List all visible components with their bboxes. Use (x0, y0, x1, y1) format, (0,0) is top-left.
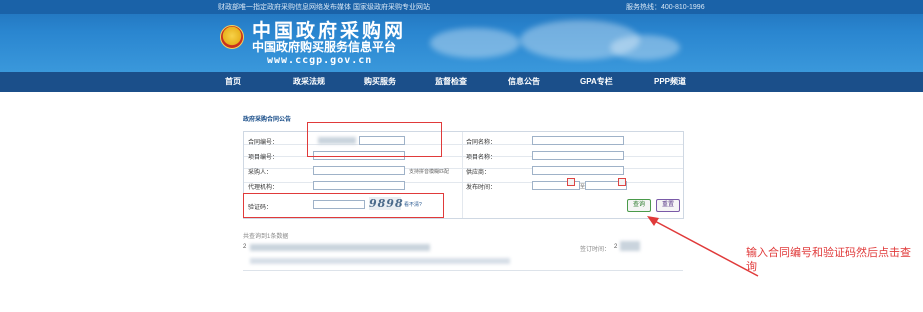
calendar-icon[interactable] (618, 178, 626, 186)
form-column-divider (462, 132, 463, 218)
national-emblem-icon (220, 25, 244, 49)
service-hotline: 服务热线：400-810-1996 (626, 4, 705, 11)
highlight-captcha (243, 193, 444, 218)
result-first-char: 2 (243, 244, 247, 250)
nav-item-supervision[interactable]: 监督检查 (435, 72, 467, 92)
nav-item-announcements[interactable]: 信息公告 (508, 72, 540, 92)
supplier-label: 供应商： (466, 170, 491, 176)
sign-time-label: 签订时间： (580, 247, 611, 253)
site-url: www.ccgp.gov.cn (267, 55, 373, 66)
project-name-input[interactable] (532, 151, 624, 160)
annotation-note: 输入合同编号和验证码然后点击查询 (746, 247, 911, 273)
nav-item-gpa[interactable]: GPA专栏 (580, 72, 613, 92)
nav-item-ppp[interactable]: PPP频道 (654, 72, 686, 92)
agency-label: 代理机构： (248, 185, 279, 191)
main-nav: 首页 政采法规 购买服务 监督检查 信息公告 GPA专栏 PPP频道 (0, 72, 923, 92)
cloud-decoration (430, 28, 520, 58)
top-bar-left-text: 财政部唯一指定政府采购信息网络发布媒体 国家级政府采购专业网站 (218, 4, 430, 11)
purchaser-input[interactable] (313, 166, 405, 175)
form-title: 政府采购合同公告 (243, 117, 292, 123)
cloud-decoration (610, 35, 680, 60)
nav-item-regulations[interactable]: 政采法规 (293, 72, 325, 92)
highlight-contract-no (307, 122, 442, 157)
purchaser-label: 采购人： (248, 170, 273, 176)
site-title[interactable]: 中国政府采购网 (252, 22, 406, 41)
agency-input[interactable] (313, 181, 405, 190)
contract-no-label: 合同编号： (248, 140, 279, 146)
nav-item-home[interactable]: 首页 (225, 72, 241, 92)
calendar-icon[interactable] (567, 178, 575, 186)
nav-item-services[interactable]: 购买服务 (364, 72, 396, 92)
project-name-label: 项目名称： (466, 155, 497, 161)
contract-name-input[interactable] (532, 136, 624, 145)
result-title-blurred[interactable] (250, 244, 430, 251)
result-divider (243, 270, 683, 271)
supplier-input[interactable] (532, 166, 624, 175)
fuzzy-match-hint: 支持拼音模糊匹配 (409, 169, 450, 175)
reset-button[interactable]: 重置 (656, 199, 680, 212)
result-meta-blurred (250, 258, 510, 264)
top-bar: 财政部唯一指定政府采购信息网络发布媒体 国家级政府采购专业网站 服务热线：400… (0, 0, 923, 14)
contract-name-label: 合同名称： (466, 140, 497, 146)
publish-time-label: 发布时间： (466, 185, 497, 191)
query-button[interactable]: 查询 (627, 199, 651, 212)
project-no-label: 项目编号： (248, 155, 279, 161)
header-banner: 财政部唯一指定政府采购信息网络发布媒体 国家级政府采购专业网站 服务热线：400… (0, 0, 923, 72)
result-count: 共查询到1条数据 (243, 234, 289, 240)
sign-time-value: 2 (614, 244, 618, 250)
sign-time-blurred (620, 241, 640, 251)
page: 财政部唯一指定政府采购信息网络发布媒体 国家级政府采购专业网站 服务热线：400… (0, 0, 923, 312)
site-subtitle: 中国政府购买服务信息平台 (252, 40, 397, 54)
